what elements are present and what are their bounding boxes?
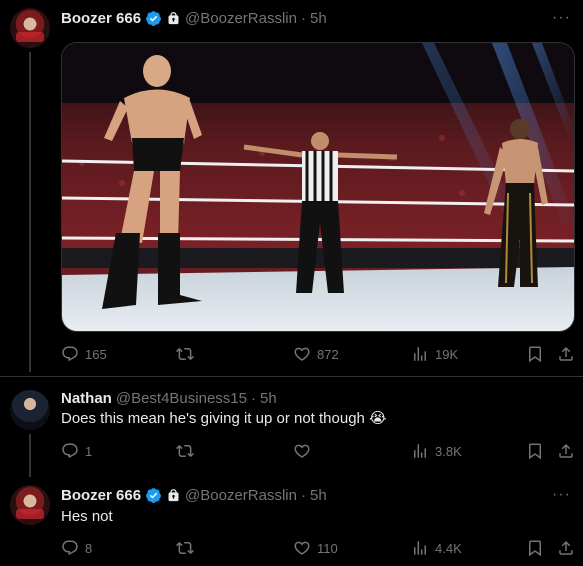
reply-count: 1 — [85, 443, 93, 459]
bookmark-icon — [529, 346, 541, 363]
display-name[interactable]: Nathan — [61, 390, 112, 407]
views-chart-icon — [414, 541, 426, 555]
tweet-media-photo[interactable] — [61, 42, 575, 332]
handle[interactable]: @BoozerRasslin — [185, 487, 297, 504]
share-button[interactable] — [557, 442, 575, 460]
tweet-1[interactable]: Boozer 666 @BoozerRasslin · 5h ··· 165 8… — [0, 0, 583, 372]
verified-badge-icon[interactable] — [145, 10, 162, 27]
verified-badge-icon[interactable] — [145, 487, 162, 504]
more-options-icon[interactable]: ··· — [552, 9, 571, 27]
wrestling-ring-photo — [62, 43, 574, 331]
timestamp[interactable]: 5h — [310, 487, 327, 504]
heart-icon — [294, 541, 310, 555]
separator: · — [300, 486, 306, 504]
reply-button[interactable]: 8 — [61, 539, 92, 557]
like-button[interactable] — [293, 442, 317, 460]
display-name[interactable]: Boozer 666 — [61, 10, 141, 27]
avatar[interactable] — [10, 8, 50, 48]
tweet-2[interactable]: Nathan @Best4Business15 · 5h Does this m… — [0, 377, 583, 477]
timestamp[interactable]: 5h — [260, 390, 277, 407]
tweet-3[interactable]: Boozer 666 @BoozerRasslin · 5h ··· Hes n… — [0, 477, 583, 566]
tweet-text: Hes not — [61, 508, 113, 525]
like-button[interactable]: 872 — [293, 345, 339, 363]
views-button[interactable]: 3.8K — [411, 442, 462, 460]
tweet-actions: 1 3.8K — [61, 442, 575, 462]
tweet-header: Nathan @Best4Business15 · 5h — [61, 388, 277, 408]
views-count: 19K — [435, 346, 459, 362]
tweet-actions: 8 110 4.4K — [61, 539, 575, 559]
separator: · — [300, 9, 306, 27]
lock-icon — [168, 11, 179, 24]
reply-icon — [62, 540, 78, 556]
repost-button[interactable] — [176, 442, 194, 460]
reply-button[interactable]: 1 — [61, 442, 92, 460]
views-button[interactable]: 19K — [411, 345, 458, 363]
views-chart-icon — [414, 444, 426, 458]
like-count: 872 — [317, 346, 339, 362]
lock-icon — [168, 488, 179, 501]
bookmark-button[interactable] — [526, 539, 544, 557]
tweet-header: Boozer 666 @BoozerRasslin · 5h — [61, 485, 327, 505]
bookmark-button[interactable] — [526, 442, 544, 460]
thread-line — [29, 52, 31, 372]
reply-button[interactable]: 165 — [61, 345, 107, 363]
handle[interactable]: @BoozerRasslin — [185, 10, 297, 27]
reply-count: 165 — [85, 346, 107, 362]
share-icon — [559, 540, 573, 555]
more-options-icon[interactable]: ··· — [552, 486, 571, 504]
tweet-header: Boozer 666 @BoozerRasslin · 5h — [61, 8, 327, 28]
avatar[interactable] — [10, 485, 50, 525]
like-count: 110 — [317, 540, 338, 556]
views-button[interactable]: 4.4K — [411, 539, 462, 557]
repost-button[interactable] — [176, 345, 194, 363]
reply-icon — [62, 443, 78, 459]
avatar[interactable] — [10, 390, 50, 430]
bookmark-button[interactable] — [526, 345, 544, 363]
handle[interactable]: @Best4Business15 — [116, 390, 247, 407]
tweet-text: Does this mean he's giving it up or not … — [61, 410, 387, 427]
tweet-actions: 165 872 19K — [61, 345, 575, 365]
heart-icon — [294, 444, 310, 458]
share-button[interactable] — [557, 345, 575, 363]
repost-button[interactable] — [176, 539, 194, 557]
thread-line — [29, 434, 31, 477]
reply-count: 8 — [85, 540, 93, 556]
repost-icon — [176, 541, 194, 555]
bookmark-icon — [529, 540, 541, 557]
reply-icon — [62, 346, 78, 362]
timestamp[interactable]: 5h — [310, 10, 327, 27]
heart-icon — [294, 347, 310, 361]
repost-icon — [176, 444, 194, 458]
share-button[interactable] — [557, 539, 575, 557]
views-count: 4.4K — [435, 540, 462, 556]
separator: · — [250, 389, 256, 407]
display-name[interactable]: Boozer 666 — [61, 487, 141, 504]
repost-icon — [176, 347, 194, 361]
like-button[interactable]: 110 — [293, 539, 338, 557]
share-icon — [559, 346, 573, 361]
share-icon — [559, 443, 573, 458]
views-count: 3.8K — [435, 443, 462, 459]
views-chart-icon — [414, 347, 426, 361]
bookmark-icon — [529, 443, 541, 460]
